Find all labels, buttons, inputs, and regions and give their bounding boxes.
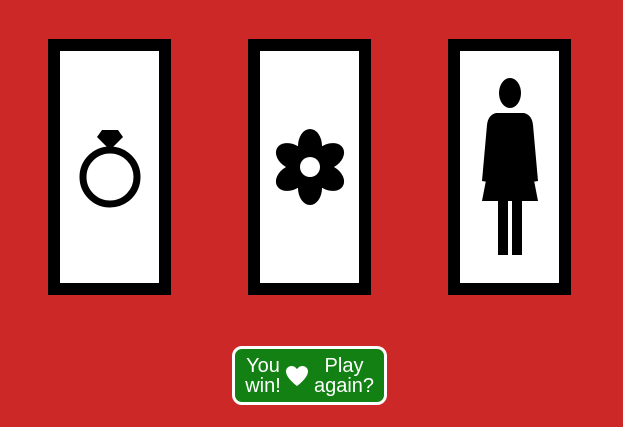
slot-window-1 bbox=[60, 51, 159, 283]
ring-icon bbox=[79, 130, 140, 208]
play-again-text: Play again? bbox=[309, 356, 379, 396]
slot-reel-2 bbox=[248, 39, 371, 295]
flower-icon bbox=[275, 129, 344, 205]
slot-window-3 bbox=[460, 51, 559, 283]
woman-icon bbox=[481, 78, 538, 255]
slot-reel-3 bbox=[448, 39, 571, 295]
play-again-button[interactable]: You win! Play again? bbox=[232, 346, 387, 405]
play-again-line1: Play bbox=[324, 354, 364, 377]
slot-reel-1 bbox=[48, 39, 171, 295]
win-status-text: You win! bbox=[241, 356, 285, 396]
slot-window-2 bbox=[260, 51, 359, 283]
heart-icon bbox=[285, 364, 309, 388]
win-status-line2: win! bbox=[245, 374, 281, 397]
play-again-line2: again? bbox=[313, 374, 375, 397]
win-status-line1: You bbox=[246, 354, 280, 377]
